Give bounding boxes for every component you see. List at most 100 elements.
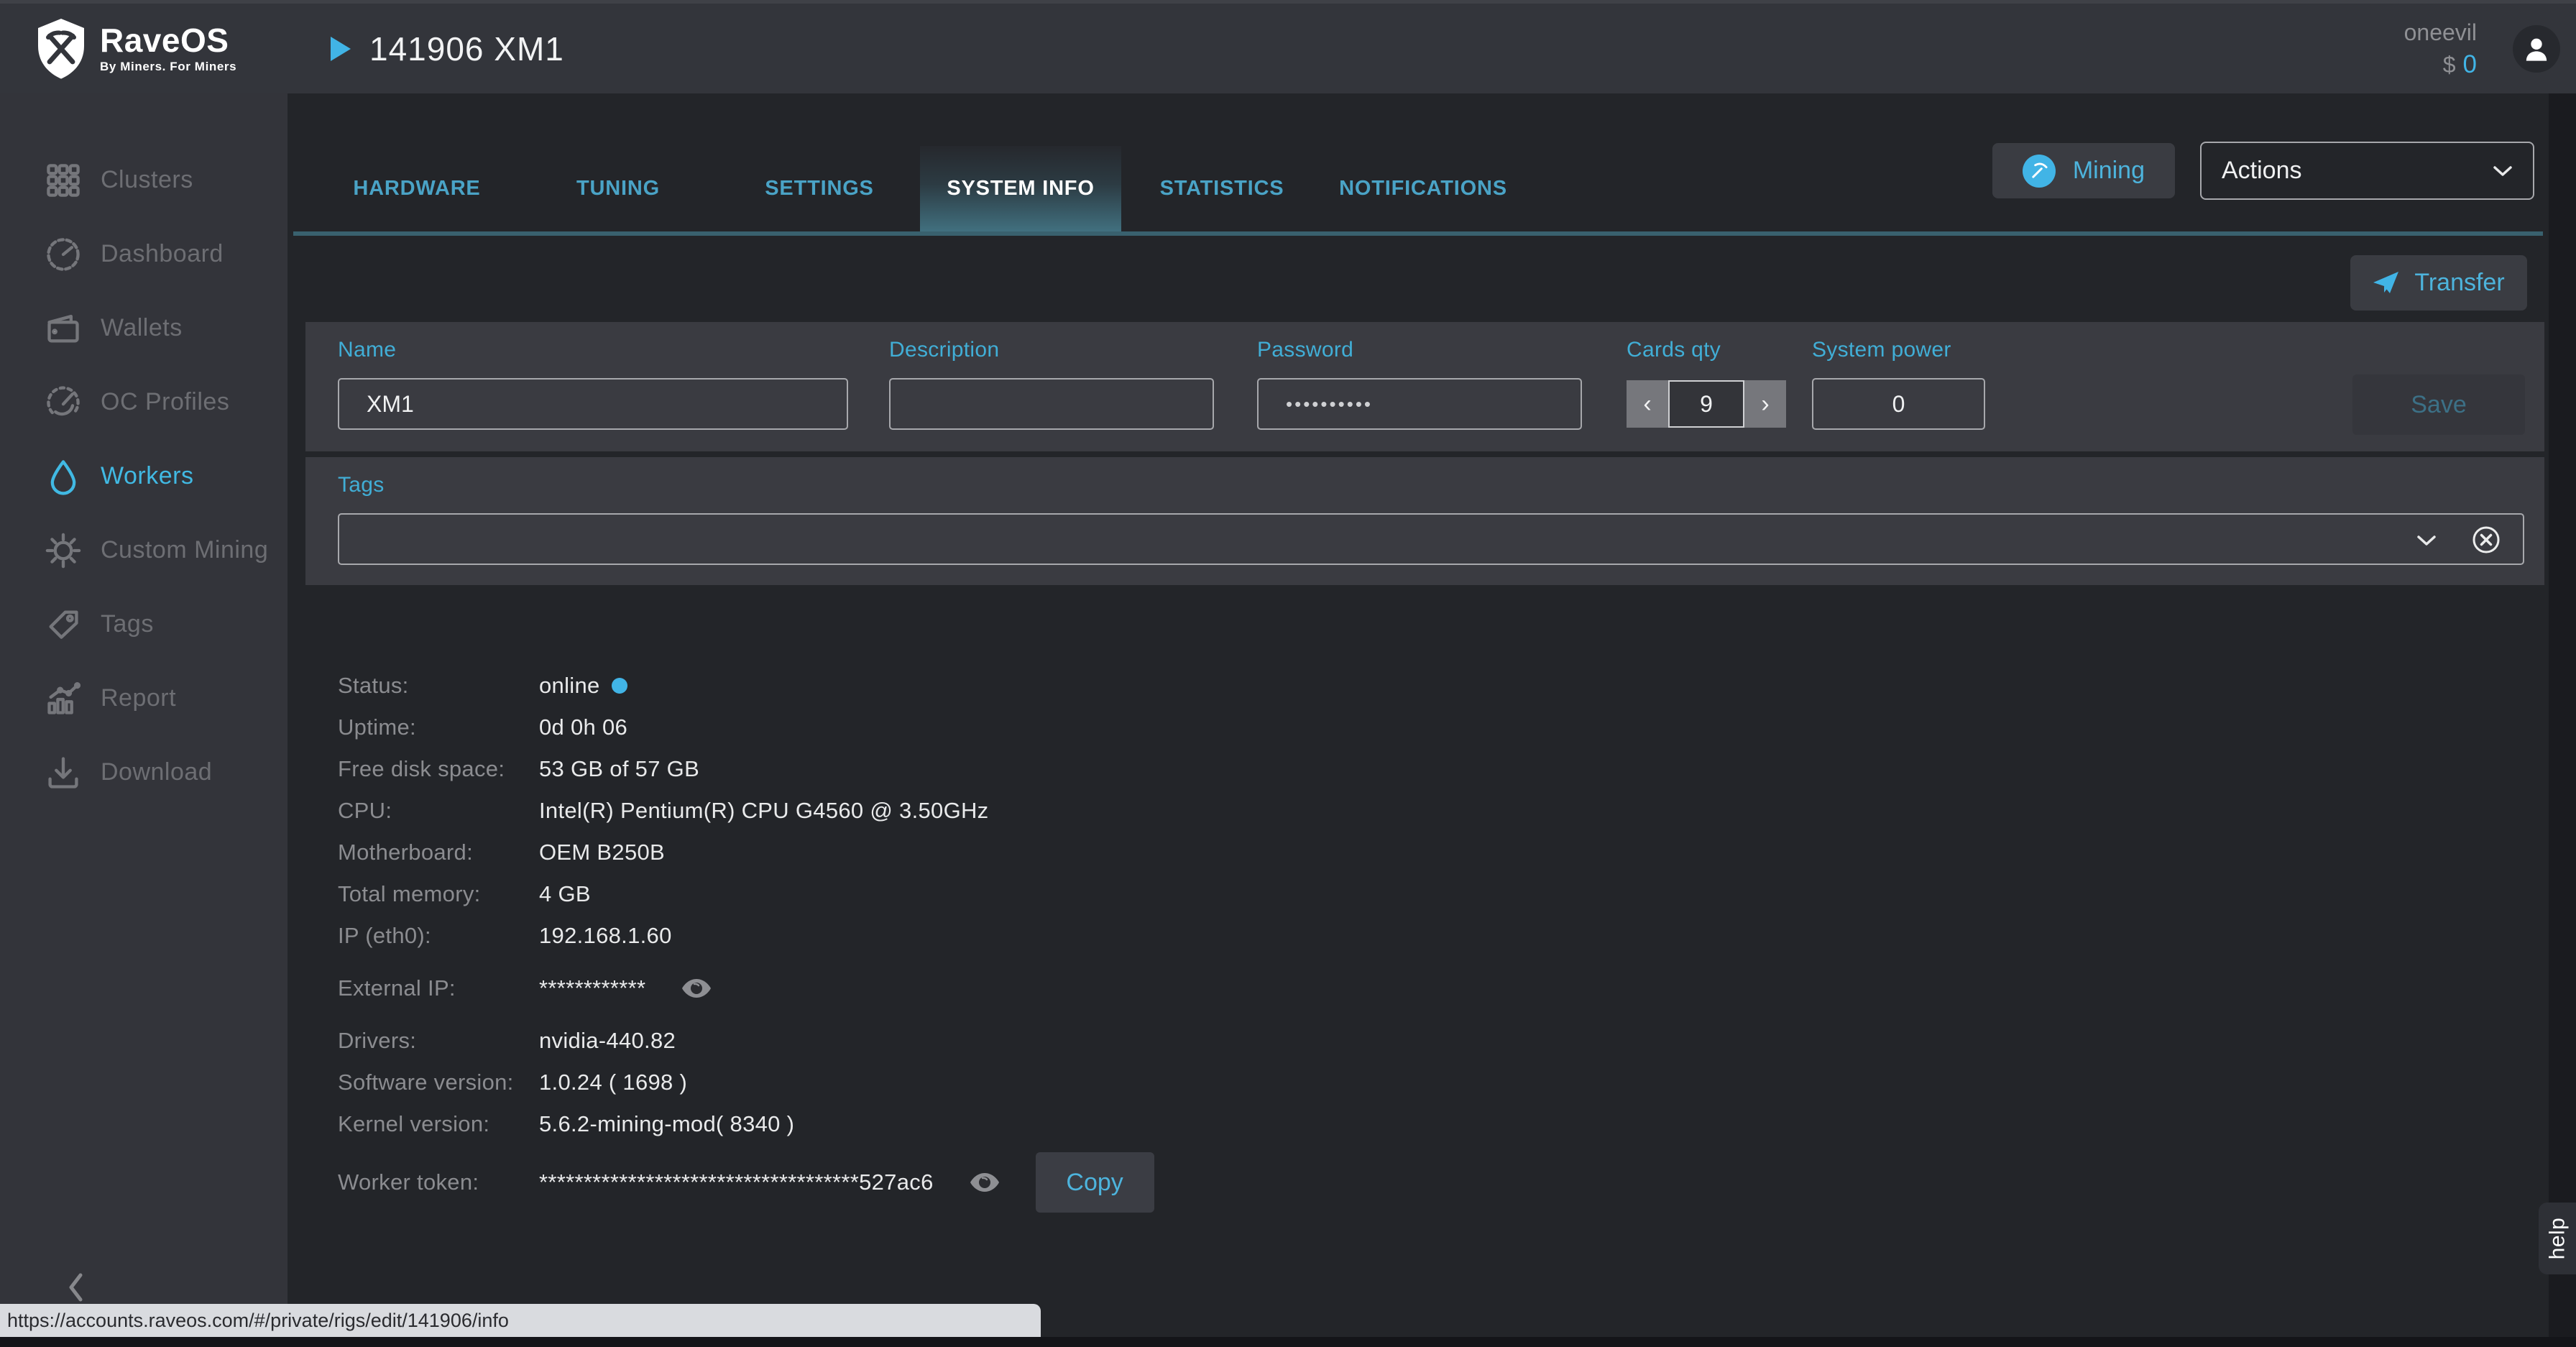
shield-logo-icon: [38, 18, 84, 79]
cards-qty-value: 9: [1668, 380, 1744, 428]
tab-hardware[interactable]: HARDWARE: [316, 146, 518, 231]
sidebar-item-label: Download: [101, 758, 213, 786]
page-title: 141906 XM1: [369, 29, 564, 68]
sidebar-item-dashboard[interactable]: Dashboard: [0, 217, 288, 291]
raveos-logo[interactable]: RaveOS By Miners. For Miners: [32, 16, 270, 82]
tags-label: Tags: [338, 473, 385, 497]
help-tab[interactable]: help: [2539, 1203, 2576, 1274]
user-avatar[interactable]: [2513, 24, 2560, 73]
info-value: 4 GB: [539, 881, 591, 906]
browser-status-bar: https://accounts.raveos.com/#/private/ri…: [0, 1304, 1041, 1337]
info-row-total-memory: Total memory: 4 GB: [338, 873, 2576, 915]
sidebar-item-label: Report: [101, 684, 177, 712]
tags-panel: Tags: [305, 457, 2544, 585]
tab-statistics[interactable]: STATISTICS: [1121, 146, 1322, 231]
chevron-down-icon: [2493, 165, 2512, 176]
worker-title-block: 141906 XM1: [331, 29, 564, 68]
info-label: Status:: [338, 673, 409, 698]
info-label: Worker token:: [338, 1169, 479, 1195]
eye-icon: [682, 979, 712, 998]
sidebar-item-tags[interactable]: Tags: [0, 587, 288, 661]
info-row-software-version: Software version: 1.0.24 ( 1698 ): [338, 1062, 2576, 1103]
sidebar-item-label: OC Profiles: [101, 388, 230, 415]
person-icon: [2526, 38, 2547, 61]
mining-button[interactable]: Mining: [1992, 143, 2175, 198]
info-value: online: [539, 673, 600, 698]
chart-icon: [45, 679, 91, 719]
description-input[interactable]: [889, 378, 1214, 430]
sidebar-item-oc-profiles[interactable]: OC Profiles: [0, 365, 288, 439]
gauge-dash-icon: [45, 382, 91, 423]
username: oneevil: [2404, 19, 2477, 45]
info-value: 1.0.24 ( 1698 ): [539, 1070, 688, 1095]
name-label: Name: [338, 338, 397, 362]
tab-settings[interactable]: SETTINGS: [719, 146, 920, 231]
info-label: Kernel version:: [338, 1111, 490, 1136]
sidebar: Clusters Dashboard Wallets OC Profiles Worke…: [0, 93, 288, 1347]
info-row-ip-eth0: IP (eth0): 192.168.1.60: [338, 915, 2576, 957]
currency-symbol: $: [2442, 52, 2456, 78]
sidebar-item-workers[interactable]: Workers: [0, 439, 288, 513]
info-value: ************************************527a…: [539, 1169, 934, 1195]
cards-qty-label: Cards qty: [1627, 338, 1721, 362]
bottom-strip: [0, 1337, 2576, 1347]
status-bar-url: https://accounts.raveos.com/#/private/ri…: [7, 1309, 509, 1331]
transfer-button[interactable]: Transfer: [2350, 255, 2527, 311]
name-input[interactable]: [338, 378, 848, 430]
mining-label: Mining: [2072, 157, 2145, 184]
tab-notifications[interactable]: NOTIFICATIONS: [1322, 146, 1524, 231]
tags-input[interactable]: [338, 513, 2524, 565]
tab-tuning[interactable]: TUNING: [518, 146, 719, 231]
info-label: Uptime:: [338, 714, 416, 740]
sidebar-item-wallets[interactable]: Wallets: [0, 291, 288, 365]
actions-dropdown[interactable]: Actions: [2200, 142, 2534, 200]
info-row-free-disk-space: Free disk space: 53 GB of 57 GB: [338, 748, 2576, 790]
sidebar-collapse-button[interactable]: [66, 1267, 95, 1307]
info-value: nvidia-440.82: [539, 1028, 676, 1053]
help-tab-label: help: [2545, 1217, 2569, 1260]
info-label: Total memory:: [338, 881, 481, 906]
info-value: 5.6.2-mining-mod( 8340 ): [539, 1111, 795, 1136]
info-label: Drivers:: [338, 1028, 417, 1053]
info-value: 0d 0h 06: [539, 714, 628, 740]
clear-tags-icon[interactable]: [2470, 523, 2503, 556]
description-label: Description: [889, 338, 1000, 362]
reveal-value-button[interactable]: [968, 1171, 1001, 1194]
account-info[interactable]: oneevil $0: [2404, 18, 2477, 80]
app-header: RaveOS By Miners. For Miners 141906 XM1 …: [0, 0, 2576, 93]
sidebar-item-download[interactable]: Download: [0, 735, 288, 809]
chevron-down-icon[interactable]: [2416, 535, 2437, 546]
reveal-value-button[interactable]: [680, 977, 713, 1000]
save-button[interactable]: Save: [2352, 374, 2525, 435]
main-content: HARDWARE TUNING SETTINGS SYSTEM INFO STATIST…: [288, 93, 2576, 1347]
password-label: Password: [1257, 338, 1354, 362]
balance: $0: [2404, 50, 2477, 79]
sidebar-item-label: Wallets: [101, 314, 183, 341]
sidebar-item-custom-mining[interactable]: Custom Mining: [0, 513, 288, 587]
info-row-status: Status: online: [338, 665, 2576, 707]
cards-qty-increment-button[interactable]: ›: [1744, 380, 1786, 428]
copy-token-button[interactable]: Copy: [1035, 1152, 1154, 1213]
system-power-input[interactable]: [1812, 378, 1985, 430]
transfer-label: Transfer: [2414, 269, 2505, 296]
info-row-drivers: Drivers: nvidia-440.82: [338, 1020, 2576, 1062]
download-icon: [45, 753, 91, 793]
password-input[interactable]: [1257, 378, 1582, 430]
info-value: 53 GB of 57 GB: [539, 756, 700, 781]
info-label: CPU:: [338, 798, 392, 823]
info-label: External IP:: [338, 975, 456, 1001]
sidebar-item-clusters[interactable]: Clusters: [0, 143, 288, 217]
eye-icon: [970, 1173, 999, 1192]
wallet-icon: [45, 308, 91, 349]
online-status-dot: [611, 678, 627, 694]
play-status-icon: [331, 36, 351, 61]
info-row-motherboard: Motherboard: OEM B250B: [338, 832, 2576, 873]
tab-system-info[interactable]: SYSTEM INFO: [920, 146, 1121, 231]
sidebar-item-label: Workers: [101, 462, 194, 489]
sidebar-item-report[interactable]: Report: [0, 661, 288, 735]
gear-icon: [45, 530, 91, 571]
system-power-label: System power: [1812, 338, 1951, 362]
cards-qty-decrement-button[interactable]: ‹: [1627, 380, 1668, 428]
grid-icon: [45, 160, 91, 201]
info-label: Free disk space:: [338, 756, 505, 781]
